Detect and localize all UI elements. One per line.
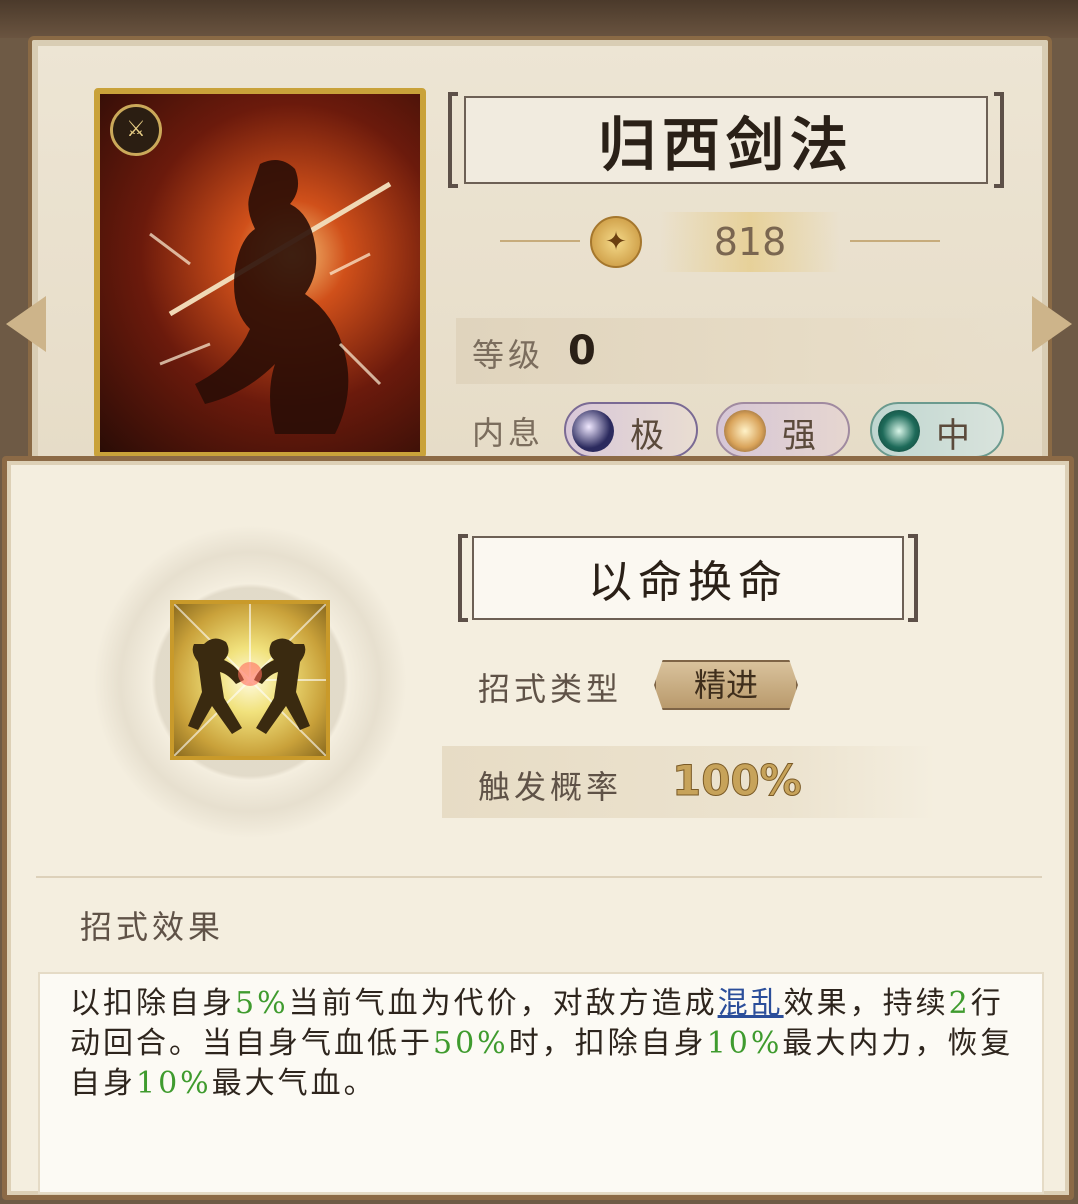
skill-icon [170,600,330,760]
effect-text-segment: 以扣除自身 [70,986,235,1021]
ornament-line-left [500,240,580,242]
power-row: ✦ 818 [500,202,940,280]
effect-text-segment: 当前气血为代价，对敌方造成 [288,986,718,1021]
sun-icon [724,410,766,452]
level-value: 0 [568,328,596,374]
skill-type-badge: 精进 [654,660,798,710]
neixi-pill-ji[interactable]: 极 [564,402,698,458]
effect-text-segment: 时，扣除自身 [508,1026,707,1061]
next-arrow-button[interactable] [1032,296,1072,352]
power-value: 818 [660,212,840,272]
level-row: 等级 0 [456,318,996,384]
neixi-pill-label: 中 [936,416,970,456]
ornament-line-right [850,240,940,242]
ring-icon [878,410,920,452]
highlight-value: 50% [433,1026,509,1061]
card-title-frame: 归西剑法 [448,92,1004,188]
moon-icon [572,410,614,452]
trigger-rate-label: 触发概率 [478,768,623,806]
effect-description: 以扣除自身5%当前气血为代价，对敌方造成混乱效果，持续2行动回合。当自身气血低于… [70,984,1022,1104]
highlight-value: 10% [136,1066,212,1101]
skill-title: 以命换命 [472,536,904,620]
neixi-pill-label: 强 [782,416,816,456]
level-label: 等级 [472,336,545,374]
neixi-pill-label: 极 [630,416,664,456]
skill-title-frame: 以命换命 [458,534,918,622]
effect-description-box: 以扣除自身5%当前气血为代价，对敌方造成混乱效果，持续2行动回合。当自身气血低于… [38,972,1044,1194]
swordsman-silhouette [149,160,392,434]
highlight-value: 10% [706,1026,783,1061]
top-strip [0,0,1078,38]
trigger-rate-value: 100% [672,756,803,806]
bracket-right [994,92,1004,188]
power-icon: ✦ [590,216,642,268]
card-title: 归西剑法 [464,96,988,184]
neixi-pill-zhong[interactable]: 中 [870,402,1004,458]
neixi-pill-qiang[interactable]: 强 [716,402,850,458]
status-link[interactable]: 混乱 [718,986,784,1021]
character-portrait: ⚔ [94,88,426,458]
effect-text-segment: 效果，持续 [783,986,949,1021]
fighters-silhouette-icon [174,604,326,756]
trigger-rate-row: 触发概率 100% [442,746,936,818]
prev-arrow-button[interactable] [6,296,46,352]
divider [36,876,1042,878]
highlight-value: 2 [948,986,971,1021]
bracket-right [908,534,918,622]
skill-type-label: 招式类型 [478,670,623,708]
effect-heading: 招式效果 [80,908,225,946]
neixi-label: 内息 [472,414,545,452]
effect-text-segment: 最大气血。 [211,1066,377,1101]
bracket-left [448,92,458,188]
highlight-value: 5% [235,986,289,1021]
bracket-left [458,534,468,622]
